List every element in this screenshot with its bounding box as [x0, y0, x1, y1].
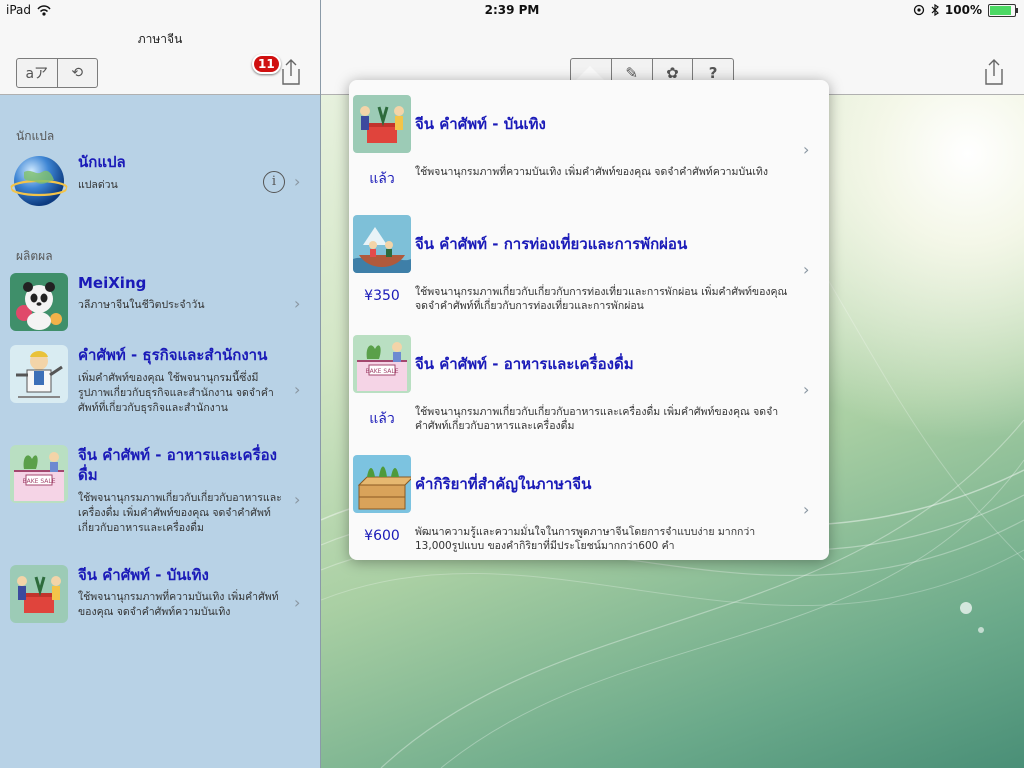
item-price: ¥350: [364, 288, 400, 304]
item-price: แล้ว: [369, 171, 395, 187]
section-header-translator: นักแปล: [16, 129, 55, 143]
entertainment-thumbnail: [353, 95, 411, 153]
bluetooth-icon: [931, 4, 939, 16]
bake-sale-thumbnail: BAKE SALE: [10, 445, 68, 503]
translate-icon: aア: [25, 66, 49, 82]
item-title: MeiXing: [78, 274, 147, 292]
share-icon: [985, 59, 1003, 85]
chevron-right-icon: ›: [803, 260, 810, 279]
item-subtitle: ใช้พจนานุกรมภาพเกี่ยวกับเกี่ยวกับอาหารแล…: [415, 406, 779, 432]
translate-mode-button[interactable]: aア: [17, 59, 57, 87]
share-button-right[interactable]: [983, 58, 1005, 86]
item-subtitle: เพิ่มคำศัพท์ของคุณ ใช้พจนานุกรมนี้ซึ่งมี…: [78, 372, 274, 414]
sidebar-item-food-vocab[interactable]: BAKE SALE จีน คำศัพท์ - อาหารและเครื่องด…: [0, 445, 320, 545]
refresh-icon: ⟲: [71, 65, 84, 81]
item-title: นักแปล: [78, 153, 126, 171]
share-icon: [282, 59, 300, 85]
sidebar-item-translator[interactable]: นักแปล แปลด่วน i ›: [0, 152, 320, 212]
bake-sale-thumbnail: BAKE SALE: [353, 335, 411, 393]
sidebar-item-business-vocab[interactable]: คำศัพท์ - ธุรกิจและสำนักงาน เพิ่มคำศัพท์…: [0, 345, 320, 425]
item-price: ¥600: [364, 528, 400, 544]
battery-percent: 100%: [944, 3, 982, 17]
share-button-left[interactable]: [280, 58, 302, 86]
item-title: คำกิริยาที่สำคัญในภาษาจีน: [415, 475, 592, 493]
refresh-button[interactable]: ⟲: [56, 59, 98, 87]
info-button[interactable]: i: [263, 171, 285, 193]
orientation-lock-icon: [913, 4, 925, 16]
item-subtitle: ใช้พจนานุกรมภาพที่ความบันเทิง เพิ่มคำศัพ…: [415, 166, 768, 178]
item-price: แล้ว: [369, 411, 395, 427]
item-subtitle: ใช้พจนานุกรมภาพเกี่ยวกับเกี่ยวกับอาหารแล…: [78, 492, 282, 534]
item-subtitle: ใช้พจนานุกรมภาพที่ความบันเทิง เพิ่มคำศัพ…: [78, 591, 279, 618]
sidebar: ภาษาจีน aア ⟲ 11 นักแปล นักแปล แปลด่วน i …: [0, 0, 321, 768]
item-title: จีน คำศัพท์ - บันเทิง: [78, 566, 209, 584]
chevron-right-icon: ›: [294, 380, 301, 399]
item-title: คำศัพท์ - ธุรกิจและสำนักงาน: [78, 346, 268, 364]
info-icon: i: [271, 174, 277, 189]
chevron-right-icon: ›: [294, 490, 301, 509]
popover-item-verbs[interactable]: คำกิริยาที่สำคัญในภาษาจีน ¥600 พัฒนาความ…: [349, 440, 829, 560]
sidebar-segmented-control: aア ⟲: [16, 58, 98, 88]
item-title: จีน คำศัพท์ - บันเทิง: [415, 115, 546, 133]
item-title: จีน คำศัพท์ - อาหารและเครื่องดื่ม: [78, 446, 277, 484]
chevron-right-icon: ›: [803, 500, 810, 519]
panda-thumbnail: [10, 273, 68, 331]
chevron-right-icon: ›: [803, 140, 810, 159]
popover-item-travel[interactable]: จีน คำศัพท์ - การท่องเที่ยวและการพักผ่อน…: [349, 200, 829, 320]
chevron-right-icon: ›: [294, 172, 301, 191]
svg-text:BAKE SALE: BAKE SALE: [365, 368, 398, 375]
status-bar: iPad 2:39 PM 100%: [0, 0, 1024, 22]
notification-badge: 11: [252, 54, 281, 74]
item-title: จีน คำศัพท์ - อาหารและเครื่องดื่ม: [415, 355, 634, 373]
business-thumbnail: [10, 345, 68, 403]
item-subtitle: วลีภาษาจีนในชีวิตประจำวัน: [78, 299, 205, 311]
globe-icon: [10, 152, 68, 210]
travel-thumbnail: [353, 215, 411, 273]
popover-item-entertainment[interactable]: จีน คำศัพท์ - บันเทิง แล้ว ใช้พจนานุกรมภ…: [349, 80, 829, 200]
product-popover: จีน คำศัพท์ - บันเทิง แล้ว ใช้พจนานุกรมภ…: [349, 80, 829, 560]
item-subtitle: แปลด่วน: [78, 179, 118, 191]
entertainment-thumbnail: [10, 565, 68, 623]
sidebar-title: ภาษาจีน: [137, 32, 183, 46]
svg-text:BAKE SALE: BAKE SALE: [22, 478, 55, 485]
chevron-right-icon: ›: [803, 380, 810, 399]
status-time: 2:39 PM: [484, 3, 540, 17]
item-title: จีน คำศัพท์ - การท่องเที่ยวและการพักผ่อน: [415, 235, 688, 253]
chevron-right-icon: ›: [294, 294, 301, 313]
chevron-right-icon: ›: [294, 593, 301, 612]
verbs-thumbnail: [353, 455, 411, 513]
popover-arrow: [576, 66, 604, 80]
sidebar-item-meixing[interactable]: MeiXing วลีภาษาจีนในชีวิตประจำวัน ›: [0, 273, 320, 333]
popover-item-food[interactable]: BAKE SALE จีน คำศัพท์ - อาหารและเครื่องด…: [349, 320, 829, 440]
item-subtitle: พัฒนาความรู้และความมั่นใจในการพูดภาษาจีน…: [415, 526, 756, 552]
section-header-products: ผลิตผล: [16, 249, 53, 263]
item-subtitle: ใช้พจนานุกรมภาพเกี่ยวกับเกี่ยวกับการท่อง…: [415, 286, 788, 312]
sidebar-item-entertainment-vocab[interactable]: จีน คำศัพท์ - บันเทิง ใช้พจนานุกรมภาพที่…: [0, 565, 320, 635]
battery-icon: [988, 3, 1018, 17]
